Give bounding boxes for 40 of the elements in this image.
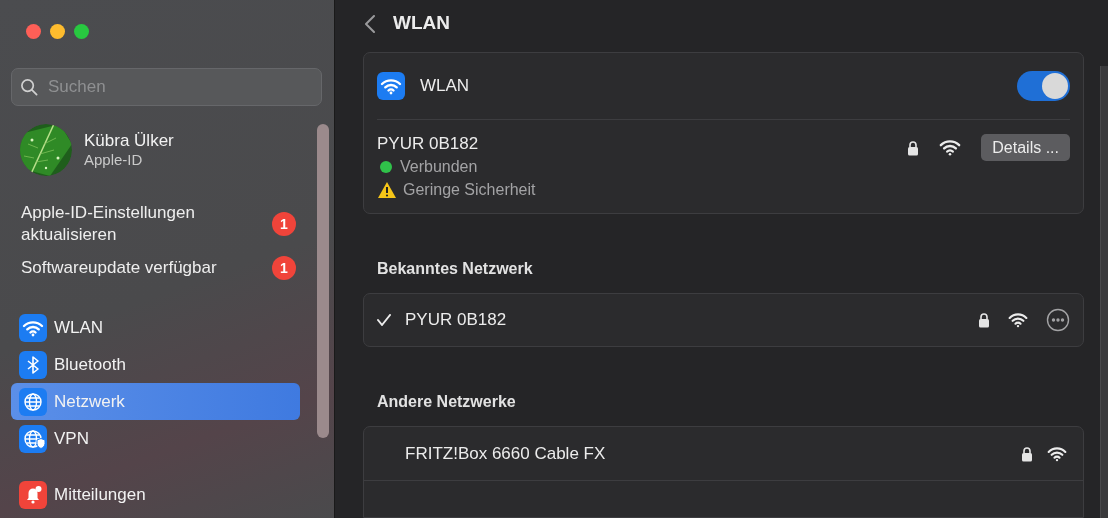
network-name[interactable]: FRITZ!Box 6660 Cable FX xyxy=(405,440,1021,467)
account-subtitle: Apple-ID xyxy=(84,151,144,170)
globe-icon xyxy=(19,387,47,416)
sidebar-item[interactable]: Bluetooth xyxy=(11,346,300,383)
back-icon[interactable] xyxy=(365,14,375,33)
count-badge: 1 xyxy=(272,256,296,280)
sidebar-item[interactable]: VPN xyxy=(11,420,300,457)
warning-icon xyxy=(377,180,397,199)
bell-icon xyxy=(19,480,47,509)
page-title: WLAN xyxy=(393,11,450,36)
scrollbar[interactable] xyxy=(317,124,329,438)
sidebar-item[interactable]: WLAN xyxy=(11,309,300,346)
wifi-label: WLAN xyxy=(420,75,471,98)
wifi-icon xyxy=(19,313,47,342)
count-badge: 1 xyxy=(272,212,296,236)
search-field[interactable]: Suchen xyxy=(11,68,322,106)
sidebar-item[interactable]: Mitteilungen xyxy=(11,476,300,513)
network-name[interactable]: PYUR 0B182 xyxy=(405,307,978,333)
notice-link[interactable]: Apple-ID-Einstellungen aktualisieren xyxy=(21,202,241,246)
more-icon[interactable] xyxy=(1046,308,1070,333)
network-name: PYUR 0B182 xyxy=(377,133,480,156)
connection-status: Verbunden xyxy=(400,157,478,178)
scrollbar[interactable] xyxy=(1100,66,1108,518)
wifi-icon xyxy=(377,72,405,101)
globe-shield-icon xyxy=(19,424,47,453)
section-heading: Bekanntes Netzwerk xyxy=(377,259,534,280)
wifi-signal-icon xyxy=(1047,445,1067,462)
section-heading: Andere Netzwerke xyxy=(377,392,517,413)
account-name[interactable]: Kübra Ülker xyxy=(84,130,174,152)
details-button[interactable]: Details ... xyxy=(981,134,1070,162)
wifi-signal-icon xyxy=(1008,312,1028,329)
search-icon xyxy=(20,78,39,97)
notice-link[interactable]: Softwareupdate verfügbar xyxy=(21,257,241,279)
minimize-window-button[interactable] xyxy=(50,24,65,39)
wifi-toggle[interactable] xyxy=(1017,71,1070,102)
wifi-signal-icon xyxy=(939,139,962,157)
zoom-window-button[interactable] xyxy=(74,24,89,39)
bluetooth-icon xyxy=(19,350,47,379)
security-warning: Geringe Sicherheit xyxy=(403,180,536,201)
close-window-button[interactable] xyxy=(26,24,41,39)
